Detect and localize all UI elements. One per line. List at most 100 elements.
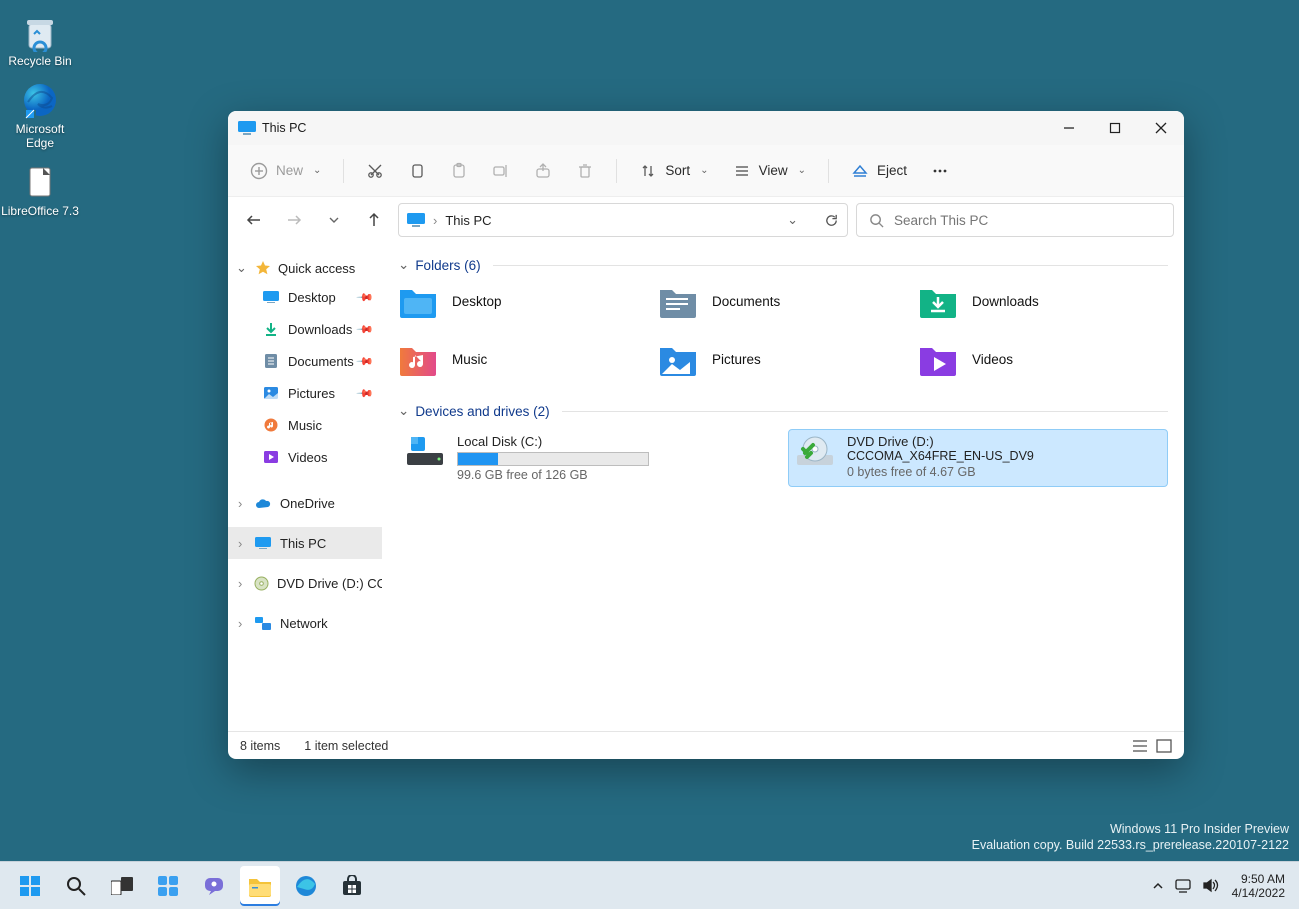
folder-videos[interactable]: Videos	[918, 341, 1168, 377]
chevron-down-icon: ⌄	[398, 403, 409, 419]
sidebar-item-music[interactable]: Music	[228, 409, 382, 441]
chevron-down-icon: ⌄	[700, 165, 708, 176]
sort-button[interactable]: Sort ⌄	[629, 153, 718, 189]
desktop-icon-libreoffice[interactable]: LibreOffice 7.3	[0, 158, 80, 226]
taskbar-app-store[interactable]	[332, 866, 372, 906]
taskbar: 9:50 AM 4/14/2022	[0, 861, 1299, 909]
folder-label: Pictures	[712, 352, 761, 367]
forward-button[interactable]	[278, 204, 310, 236]
drives-section-header[interactable]: ⌄ Devices and drives (2)	[398, 403, 1168, 419]
sidebar-item-network[interactable]: Network	[228, 607, 382, 639]
sidebar-item-this-pc[interactable]: This PC	[228, 527, 382, 559]
folder-documents[interactable]: Documents	[658, 283, 908, 319]
cloud-icon	[254, 494, 272, 512]
recent-locations-button[interactable]	[318, 204, 350, 236]
details-view-button[interactable]	[1132, 739, 1148, 753]
chevron-right-icon: ›	[433, 213, 437, 228]
taskbar-search[interactable]	[56, 866, 96, 906]
volume-tray-icon[interactable]	[1202, 878, 1220, 893]
watermark-line: Evaluation copy. Build 22533.rs_prerelea…	[972, 837, 1289, 853]
sidebar-item-downloads[interactable]: Downloads📌	[228, 313, 382, 345]
windows-watermark: Windows 11 Pro Insider Preview Evaluatio…	[972, 821, 1289, 853]
folder-label: Downloads	[972, 294, 1039, 309]
sidebar-label: Quick access	[278, 261, 355, 276]
nav-row: › This PC ⌄	[228, 197, 1184, 243]
desktop-icon-label: Recycle Bin	[8, 54, 71, 68]
refresh-button[interactable]	[824, 213, 839, 228]
sidebar: Quick access Desktop📌 Downloads📌 Documen…	[228, 243, 382, 731]
widgets-button[interactable]	[148, 866, 188, 906]
rename-icon	[492, 162, 510, 180]
rename-button[interactable]	[482, 153, 520, 189]
star-icon	[254, 259, 272, 277]
drive-dvd-d[interactable]: DVD Drive (D:) CCCOMA_X64FRE_EN-US_DV9 0…	[788, 429, 1168, 487]
pin-icon: 📌	[356, 320, 375, 339]
tray-overflow-icon[interactable]	[1152, 880, 1164, 892]
sidebar-item-onedrive[interactable]: OneDrive	[228, 487, 382, 519]
libreoffice-icon	[20, 162, 60, 202]
sidebar-label: Videos	[288, 450, 328, 465]
folder-music[interactable]: Music	[398, 341, 648, 377]
desktop-icon-edge[interactable]: Microsoft Edge	[0, 76, 80, 158]
chevron-down-icon[interactable]: ⌄	[787, 212, 798, 228]
drives-grid: Local Disk (C:) 99.6 GB free of 126 GB D…	[398, 429, 1168, 487]
disc-drive-icon	[795, 434, 835, 470]
up-button[interactable]	[358, 204, 390, 236]
folder-pictures[interactable]: Pictures	[658, 341, 908, 377]
sidebar-item-documents[interactable]: Documents📌	[228, 345, 382, 377]
desktop-icon	[262, 288, 280, 306]
sort-icon	[639, 162, 657, 180]
system-tray[interactable]	[1152, 878, 1220, 893]
sidebar-label: Documents	[288, 354, 354, 369]
sidebar-item-desktop[interactable]: Desktop📌	[228, 281, 382, 313]
copy-button[interactable]	[398, 153, 436, 189]
folder-downloads[interactable]: Downloads	[918, 283, 1168, 319]
drive-free-text: 99.6 GB free of 126 GB	[457, 468, 771, 482]
chat-button[interactable]	[194, 866, 234, 906]
back-button[interactable]	[238, 204, 270, 236]
sidebar-item-dvd[interactable]: DVD Drive (D:) CCCO	[228, 567, 382, 599]
start-button[interactable]	[10, 866, 50, 906]
taskbar-app-edge[interactable]	[286, 866, 326, 906]
drive-name: DVD Drive (D:)	[847, 434, 1161, 449]
folders-grid: Desktop Documents Downloads Music Pictur…	[398, 283, 1168, 377]
search-input[interactable]	[894, 213, 1161, 228]
drive-volume: CCCOMA_X64FRE_EN-US_DV9	[847, 449, 1161, 463]
desktop-icon-recycle-bin[interactable]: Recycle Bin	[0, 8, 80, 76]
network-icon	[254, 614, 272, 632]
sidebar-quick-access[interactable]: Quick access	[228, 255, 382, 281]
window-controls	[1046, 111, 1184, 145]
edge-icon	[20, 80, 60, 120]
maximize-button[interactable]	[1092, 111, 1138, 145]
sidebar-item-videos[interactable]: Videos	[228, 441, 382, 473]
paste-button[interactable]	[440, 153, 478, 189]
eject-button[interactable]: Eject	[841, 153, 917, 189]
taskbar-clock[interactable]: 9:50 AM 4/14/2022	[1232, 872, 1285, 900]
more-button[interactable]	[921, 153, 959, 189]
sidebar-label: This PC	[280, 536, 326, 551]
folder-desktop[interactable]: Desktop	[398, 283, 648, 319]
share-button[interactable]	[524, 153, 562, 189]
folders-section-header[interactable]: ⌄ Folders (6)	[398, 257, 1168, 273]
new-button[interactable]: New ⌄	[240, 153, 331, 189]
close-button[interactable]	[1138, 111, 1184, 145]
folder-label: Desktop	[452, 294, 502, 309]
task-view-button[interactable]	[102, 866, 142, 906]
view-button[interactable]: View ⌄	[723, 153, 816, 189]
drive-local-c[interactable]: Local Disk (C:) 99.6 GB free of 126 GB	[398, 429, 778, 487]
minimize-button[interactable]	[1046, 111, 1092, 145]
taskbar-app-explorer[interactable]	[240, 866, 280, 906]
thumbnails-view-button[interactable]	[1156, 739, 1172, 753]
window-titlebar[interactable]: This PC	[228, 111, 1184, 145]
eject-label: Eject	[877, 163, 907, 178]
search-box[interactable]	[856, 203, 1174, 237]
view-label: View	[759, 163, 788, 178]
cut-button[interactable]	[356, 153, 394, 189]
separator	[616, 159, 617, 183]
address-location: This PC	[445, 213, 491, 228]
sidebar-item-pictures[interactable]: Pictures📌	[228, 377, 382, 409]
delete-button[interactable]	[566, 153, 604, 189]
address-bar[interactable]: › This PC ⌄	[398, 203, 848, 237]
network-tray-icon[interactable]	[1174, 878, 1192, 893]
main-pane: ⌄ Folders (6) Desktop Documents Download…	[382, 243, 1184, 731]
